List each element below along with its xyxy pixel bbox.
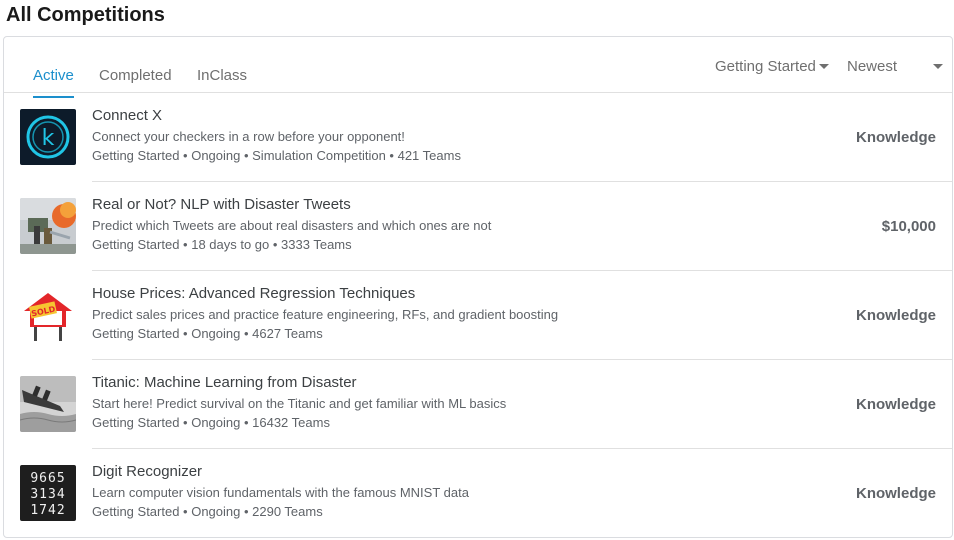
digit-line: 1742 — [30, 503, 65, 518]
competition-reward: Knowledge — [855, 485, 936, 502]
tab-inclass[interactable]: InClass — [197, 67, 247, 96]
tab-completed[interactable]: Completed — [99, 67, 172, 96]
competition-name[interactable]: Connect X — [92, 107, 162, 124]
sort-label: Newest — [847, 58, 898, 75]
competition-reward: Knowledge — [855, 129, 936, 146]
competition-row[interactable]: Titanic: Machine Learning from Disaster … — [4, 360, 952, 449]
connect-x-logo-icon: k — [20, 109, 76, 165]
competition-meta: Getting Started • 18 days to go • 3333 T… — [92, 237, 352, 252]
page-title: All Competitions — [6, 4, 165, 26]
competition-meta: Getting Started • Ongoing • 4627 Teams — [92, 326, 323, 341]
sort-dropdown[interactable]: Newest — [847, 58, 943, 75]
competition-name[interactable]: Titanic: Machine Learning from Disaster — [92, 374, 357, 391]
competition-row[interactable]: k Connect X Connect your checkers in a r… — [4, 93, 952, 182]
titanic-sinking-image — [20, 376, 76, 432]
category-filter-dropdown[interactable]: Getting Started — [715, 58, 829, 75]
competition-name[interactable]: Digit Recognizer — [92, 463, 202, 480]
competition-description: Predict which Tweets are about real disa… — [92, 218, 492, 233]
competition-reward: $10,000 — [881, 218, 936, 235]
firefighter-fire-image — [20, 198, 76, 254]
competition-name[interactable]: House Prices: Advanced Regression Techni… — [92, 285, 415, 302]
digit-line: 3134 — [30, 487, 65, 502]
tab-bar: Active Completed InClass Getting Started… — [4, 37, 952, 98]
competition-row[interactable]: Real or Not? NLP with Disaster Tweets Pr… — [4, 182, 952, 271]
competition-description: Connect your checkers in a row before yo… — [92, 129, 405, 144]
house-sold-sign-icon: SOLD — [20, 287, 76, 343]
chevron-down-icon — [818, 64, 829, 69]
competition-row[interactable]: 9665 3134 1742 Digit Recognizer Learn co… — [4, 449, 952, 538]
competition-reward: Knowledge — [855, 307, 936, 324]
competition-meta: Getting Started • Ongoing • 2290 Teams — [92, 504, 323, 519]
competition-name[interactable]: Real or Not? NLP with Disaster Tweets — [92, 196, 351, 213]
thumb-letter: k — [42, 126, 55, 151]
competition-meta: Getting Started • Ongoing • 16432 Teams — [92, 415, 330, 430]
competition-description: Learn computer vision fundamentals with … — [92, 485, 469, 500]
digit-line: 9665 — [30, 471, 65, 486]
competition-description: Predict sales prices and practice featur… — [92, 307, 559, 322]
competition-description: Start here! Predict survival on the Tita… — [92, 396, 507, 411]
handwritten-digits-image: 9665 3134 1742 — [20, 465, 76, 521]
competition-meta: Getting Started • Ongoing • Simulation C… — [92, 148, 461, 163]
competition-row[interactable]: SOLD House Prices: Advanced Regression T… — [4, 271, 952, 360]
chevron-down-icon — [933, 64, 943, 69]
competition-reward: Knowledge — [855, 396, 936, 413]
category-filter-label: Getting Started — [715, 58, 816, 75]
competitions-panel: Active Completed InClass Getting Started… — [3, 36, 953, 538]
